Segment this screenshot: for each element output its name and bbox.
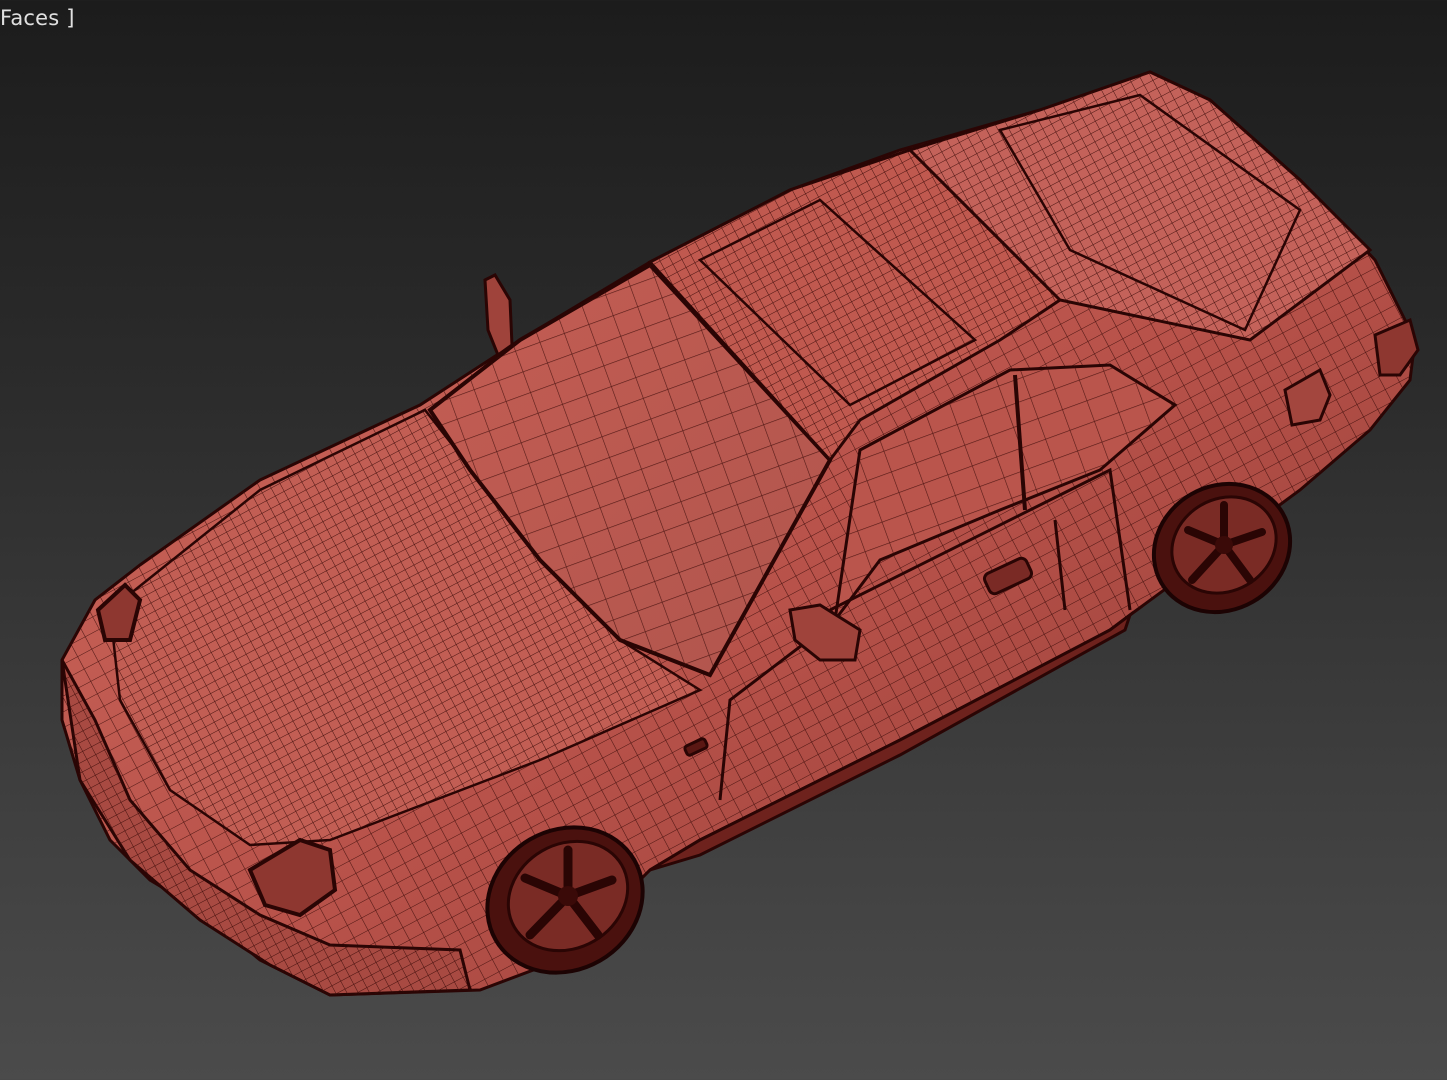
viewport-shading-label[interactable]: Faces ]	[0, 6, 75, 30]
car-wireframe-model[interactable]	[0, 0, 1447, 1080]
3d-viewport[interactable]	[0, 0, 1447, 1080]
